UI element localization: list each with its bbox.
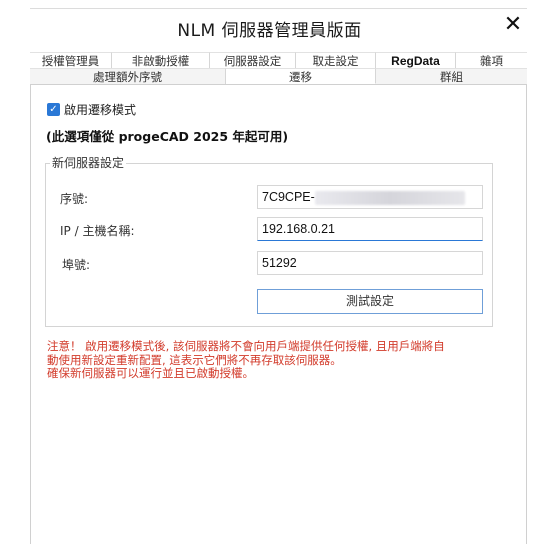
tab-migration[interactable]: 遷移: [226, 68, 376, 84]
warning-line-1: 注意！ 啟用遷移模式後, 該伺服器將不會向用戶端提供任何授權, 且用戶端將自: [47, 339, 445, 353]
tab-regdata[interactable]: RegData: [376, 52, 456, 68]
tab-groups[interactable]: 群組: [376, 68, 527, 84]
port-field[interactable]: 51292: [257, 251, 483, 275]
new-server-legend: 新伺服器設定: [50, 154, 127, 171]
title-divider: [30, 8, 527, 9]
checkmark-icon: ✓: [47, 103, 60, 116]
tab-misc[interactable]: 雜項: [456, 52, 527, 68]
tab-non-activated-licenses[interactable]: 非啟動授權: [112, 52, 210, 68]
test-settings-button[interactable]: 測試設定: [257, 289, 483, 314]
tab-server-settings[interactable]: 伺服器設定: [210, 52, 296, 68]
serial-value: 7C9CPE-: [262, 190, 315, 204]
close-icon[interactable]: ✕: [500, 12, 526, 38]
warning-line-3: 確保新伺服器可以運行並且已啟動授權。: [47, 366, 254, 380]
serial-field[interactable]: 7C9CPE-: [257, 185, 483, 209]
host-field[interactable]: 192.168.0.21: [257, 217, 483, 241]
tab-license-manager[interactable]: 授權管理員: [30, 52, 112, 68]
nlm-manager-window: NLM 伺服器管理員版面 ✕ 授權管理員 非啟動授權 伺服器設定 取走設定 Re…: [0, 0, 539, 544]
tab-extra-serials[interactable]: 處理額外序號: [30, 68, 226, 84]
port-label: 埠號:: [62, 258, 91, 272]
warning-line-2: 動使用新設定重新配置, 這表示它們將不再存取該伺服器。: [47, 352, 342, 367]
window-title: NLM 伺服器管理員版面: [177, 21, 362, 41]
migration-warning: 注意！ 啟用遷移模式後, 該伺服器將不會向用戶端提供任何授權, 且用戶端將自 動…: [47, 339, 497, 381]
tab-row-1: 授權管理員 非啟動授權 伺服器設定 取走設定 RegData 雜項: [30, 52, 527, 68]
tab-borrow-settings[interactable]: 取走設定: [296, 52, 376, 68]
tab-row-2: 處理額外序號 遷移 群組: [30, 68, 527, 85]
enable-migration-label: 啟用遷移模式: [64, 103, 137, 117]
enable-migration-checkbox[interactable]: ✓ 啟用遷移模式: [47, 101, 136, 118]
host-label: IP / 主機名稱:: [60, 224, 135, 238]
availability-note: (此選項僅從 progeCAD 2025 年起可用): [46, 129, 289, 144]
redacted-serial: [314, 190, 465, 205]
serial-label: 序號:: [60, 192, 89, 206]
